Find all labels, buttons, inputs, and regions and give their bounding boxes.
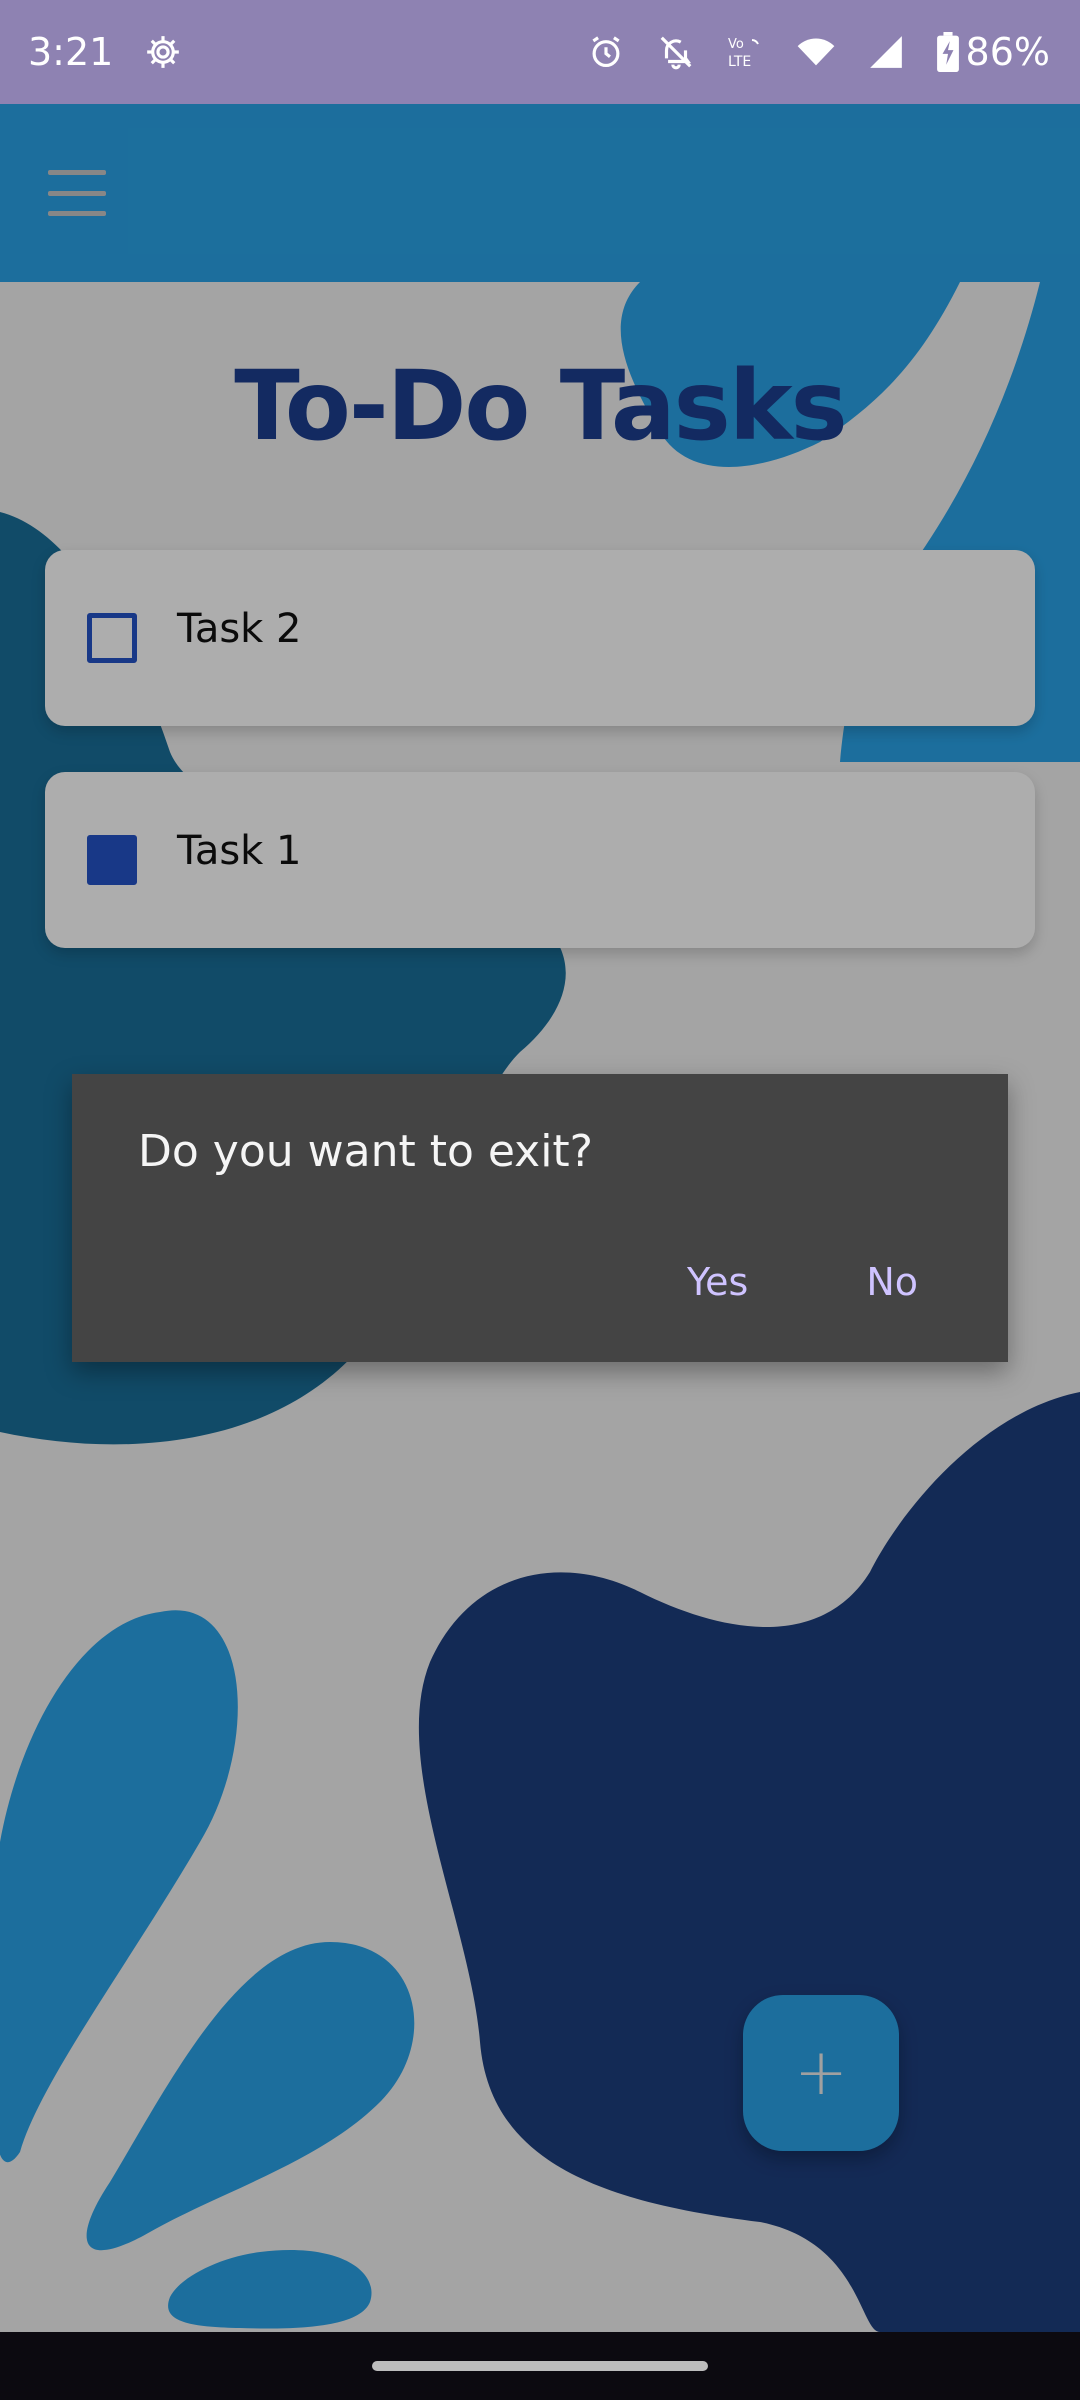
wifi-icon <box>796 32 836 72</box>
volte-top-text: Vo <box>728 37 744 52</box>
yes-button[interactable]: Yes <box>687 1260 748 1304</box>
status-time: 3:21 <box>28 30 114 74</box>
exit-dialog: Do you want to exit? Yes No <box>72 1074 1008 1362</box>
dialog-message: Do you want to exit? <box>138 1126 594 1177</box>
settings-icon <box>143 32 183 72</box>
status-left: 3:21 <box>28 30 183 74</box>
notifications-off-icon <box>656 32 696 72</box>
home-indicator[interactable] <box>372 2361 708 2371</box>
volte-bottom-text: LTE <box>728 54 751 70</box>
signal-icon <box>866 32 906 72</box>
system-nav-bar <box>0 2332 1080 2400</box>
battery-percentage: 86% <box>965 30 1050 74</box>
no-button[interactable]: No <box>866 1260 918 1304</box>
alarm-icon <box>586 32 626 72</box>
dialog-actions: Yes No <box>687 1260 918 1304</box>
battery-charging-icon <box>936 32 960 72</box>
status-bar: 3:21 Vo LTE 86% <box>0 0 1080 104</box>
volte-icon: Vo LTE <box>726 32 766 72</box>
status-right: Vo LTE 86% <box>586 30 1050 74</box>
battery-group: 86% <box>936 30 1050 74</box>
screen: 3:21 Vo LTE 86% To-Do Tasks Task 2 Task … <box>0 0 1080 2400</box>
